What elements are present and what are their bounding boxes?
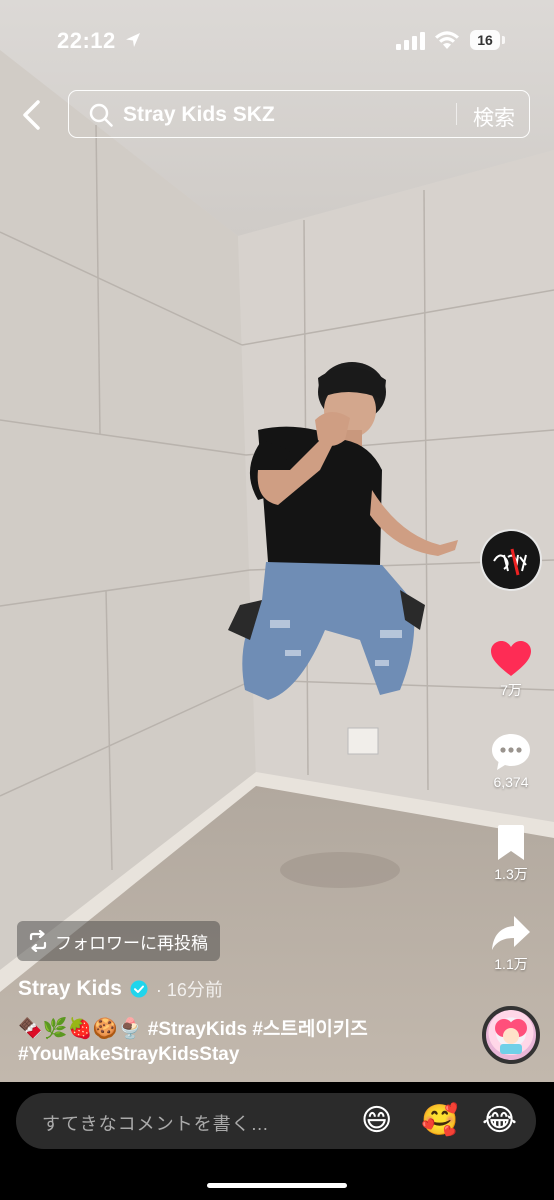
- bookmark-icon: [498, 825, 524, 860]
- comment-button[interactable]: 6,374: [476, 732, 546, 790]
- repost-chip[interactable]: フォロワーに再投稿: [17, 921, 220, 961]
- search-icon: [89, 103, 113, 127]
- quick-emoji-grin[interactable]: 😄: [361, 1105, 392, 1137]
- author-row: Stray Kids · 16分前: [18, 976, 223, 1002]
- quick-emoji-laugh[interactable]: 😂: [482, 1105, 517, 1137]
- search-input[interactable]: Stray Kids SKZ 検索: [68, 90, 530, 138]
- search-divider: [456, 103, 457, 125]
- creator-avatar[interactable]: [480, 529, 542, 591]
- video-frame: [0, 0, 554, 1082]
- search-submit-button[interactable]: 検索: [473, 102, 515, 132]
- home-indicator: [207, 1183, 347, 1188]
- post-time: · 16分前: [155, 980, 223, 1000]
- battery-level: 16: [470, 30, 500, 50]
- verified-badge-icon: [130, 980, 148, 998]
- status-bar: 22:12 16: [0, 0, 554, 80]
- repost-icon: [29, 930, 47, 952]
- search-query: Stray Kids SKZ: [123, 103, 275, 126]
- caption-hashtags-2[interactable]: #YouMakeStrayKidsStay: [18, 1044, 239, 1065]
- author-name[interactable]: Stray Kids: [18, 977, 122, 1001]
- bookmark-count: 1.3万: [494, 866, 528, 882]
- cellular-signal-icon: [396, 32, 425, 50]
- sound-artwork-icon: [495, 1019, 527, 1054]
- caption-line-2: #YouMakeStrayKidsStay: [18, 1044, 239, 1066]
- comment-placeholder: すてきなコメントを書く…: [42, 1114, 270, 1134]
- status-time: 22:12: [57, 28, 116, 53]
- caption-hashtags-1[interactable]: #StrayKids #스트레이키즈: [148, 1019, 368, 1040]
- share-button[interactable]: 1.1万: [476, 914, 546, 974]
- comment-count: 6,374: [493, 774, 529, 790]
- share-arrow-icon: [492, 916, 530, 950]
- repost-label: フォロワーに再投稿: [55, 933, 208, 953]
- comment-bubble-icon: [492, 734, 530, 770]
- sound-disc[interactable]: [482, 1006, 540, 1064]
- heart-icon: [491, 641, 531, 676]
- like-count: 7万: [500, 682, 522, 698]
- video-player[interactable]: [0, 0, 554, 1082]
- caption-line-1: 🍫🌿🍓🍪🍨 #StrayKids #스트레이키즈: [18, 1014, 368, 1041]
- like-button[interactable]: 7万: [476, 640, 546, 700]
- caption-emojis: 🍫🌿🍓🍪🍨: [18, 1018, 143, 1040]
- share-count: 1.1万: [494, 956, 528, 972]
- battery-tip: [502, 36, 505, 44]
- battery-indicator: 16: [470, 30, 506, 52]
- location-arrow-icon: [126, 33, 140, 47]
- bookmark-button[interactable]: 1.3万: [476, 824, 546, 884]
- quick-emoji-love[interactable]: 🥰: [421, 1105, 458, 1137]
- back-button[interactable]: [16, 96, 50, 134]
- wifi-icon: [435, 31, 459, 49]
- stray-kids-logo-icon: [493, 548, 527, 576]
